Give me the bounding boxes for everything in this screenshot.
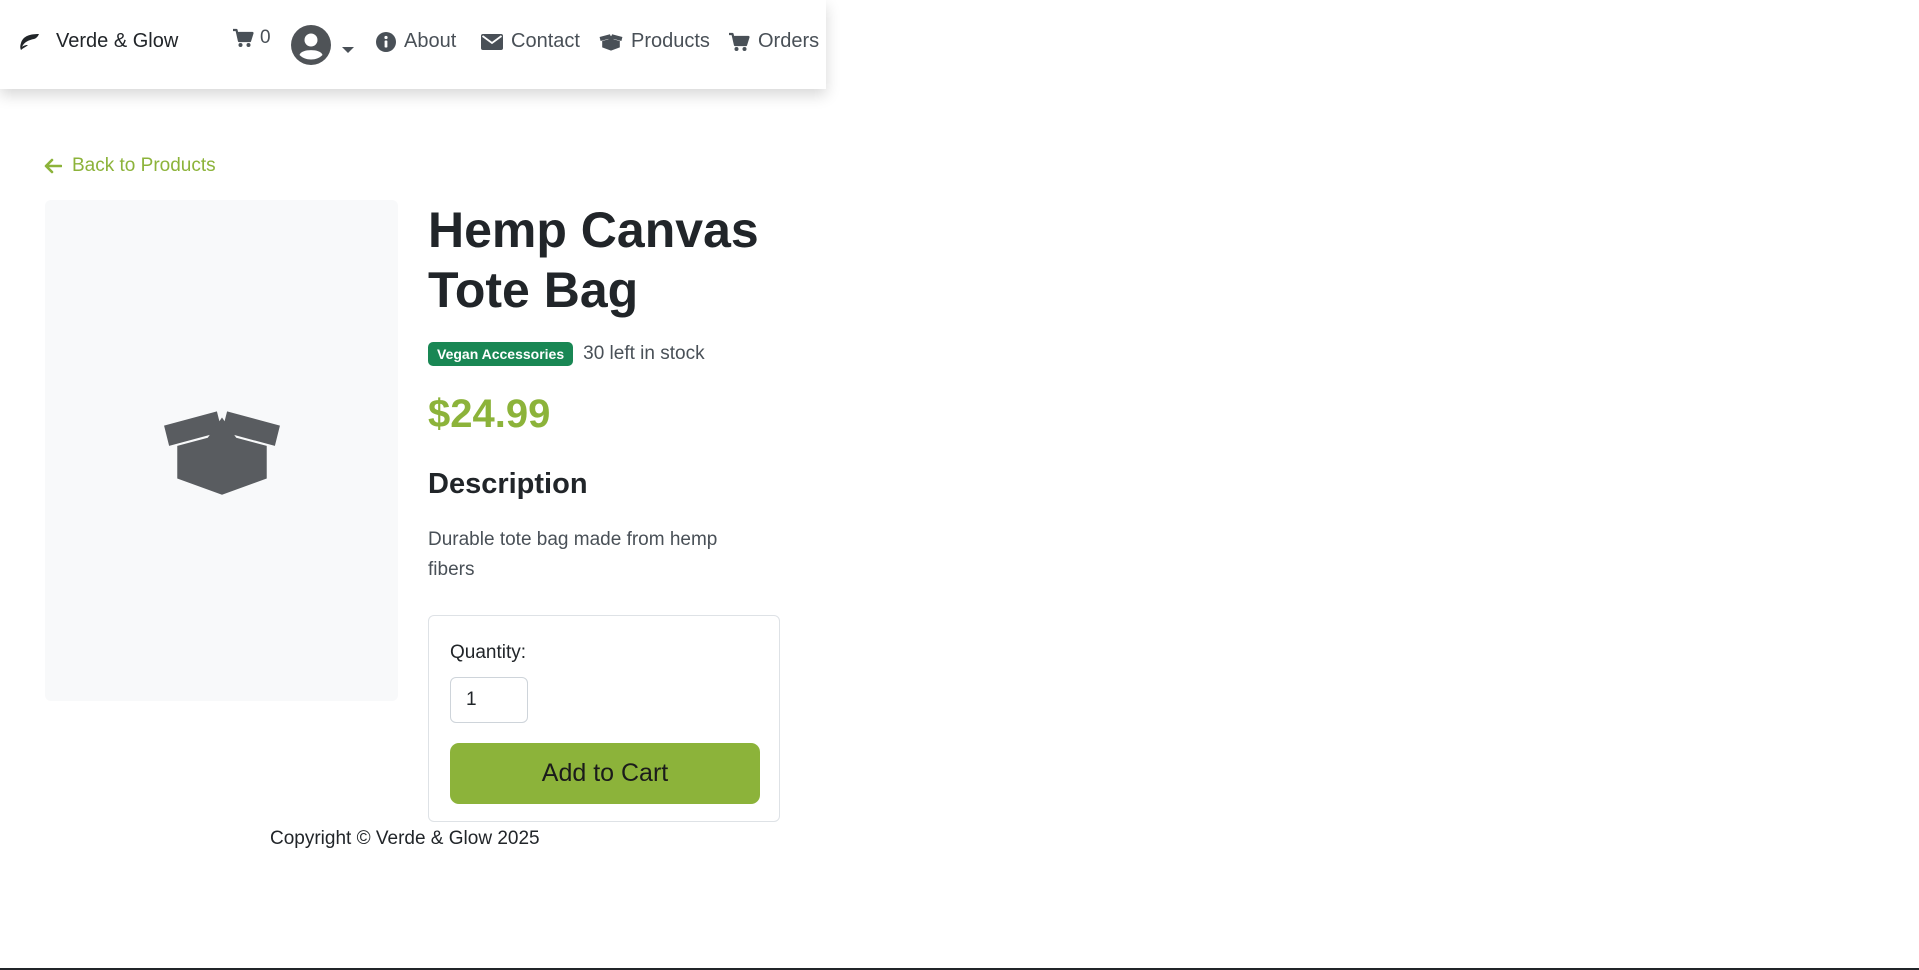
brand-link[interactable]: Verde & Glow <box>18 30 178 53</box>
description-heading: Description <box>428 468 588 500</box>
arrow-left-icon <box>44 158 62 174</box>
nav-orders-label: Orders <box>758 30 820 52</box>
user-menu-toggle[interactable] <box>290 24 354 66</box>
nav-cart[interactable]: 0 <box>232 27 271 49</box>
nav-contact-label: Contact <box>511 30 580 52</box>
back-to-products-link[interactable]: Back to Products <box>44 155 216 177</box>
product-price: $24.99 <box>428 392 551 436</box>
back-link-label: Back to Products <box>72 155 216 176</box>
quantity-label: Quantity: <box>450 642 527 663</box>
info-circle-icon <box>376 31 396 52</box>
leaf-icon <box>18 33 40 51</box>
stock-status: 30 left in stock <box>583 343 705 364</box>
open-box-icon <box>599 32 623 52</box>
nav-orders[interactable]: Orders <box>728 30 819 53</box>
add-to-cart-button[interactable]: Add to Cart <box>450 743 760 804</box>
product-image-placeholder <box>45 200 398 701</box>
brand-name: Verde & Glow <box>56 30 179 52</box>
envelope-icon <box>481 33 503 50</box>
open-box-icon <box>161 405 283 497</box>
nav-about[interactable]: About <box>376 30 456 53</box>
nav-about-label: About <box>404 30 457 52</box>
cart-icon <box>728 32 750 52</box>
nav-products[interactable]: Products <box>599 30 710 53</box>
footer-copyright: Copyright © Verde & Glow 2025 <box>270 828 540 849</box>
category-badge: Vegan Accessories <box>428 342 574 366</box>
nav-products-label: Products <box>631 30 710 52</box>
nav-contact[interactable]: Contact <box>481 30 580 53</box>
product-meta: Vegan Accessories 30 left in stock <box>428 342 705 366</box>
user-avatar-icon <box>290 24 332 66</box>
quantity-input[interactable] <box>450 677 528 723</box>
product-description: Durable tote bag made from hemp fibers <box>428 529 718 580</box>
navbar: Verde & Glow 0 About Contact Products Or… <box>0 0 826 89</box>
product-title: Hemp Canvas Tote Bag <box>428 202 759 318</box>
add-to-cart-card: Quantity: Add to Cart <box>428 615 780 822</box>
cart-icon <box>232 28 254 48</box>
chevron-down-icon <box>342 46 354 54</box>
cart-count: 0 <box>260 27 271 48</box>
